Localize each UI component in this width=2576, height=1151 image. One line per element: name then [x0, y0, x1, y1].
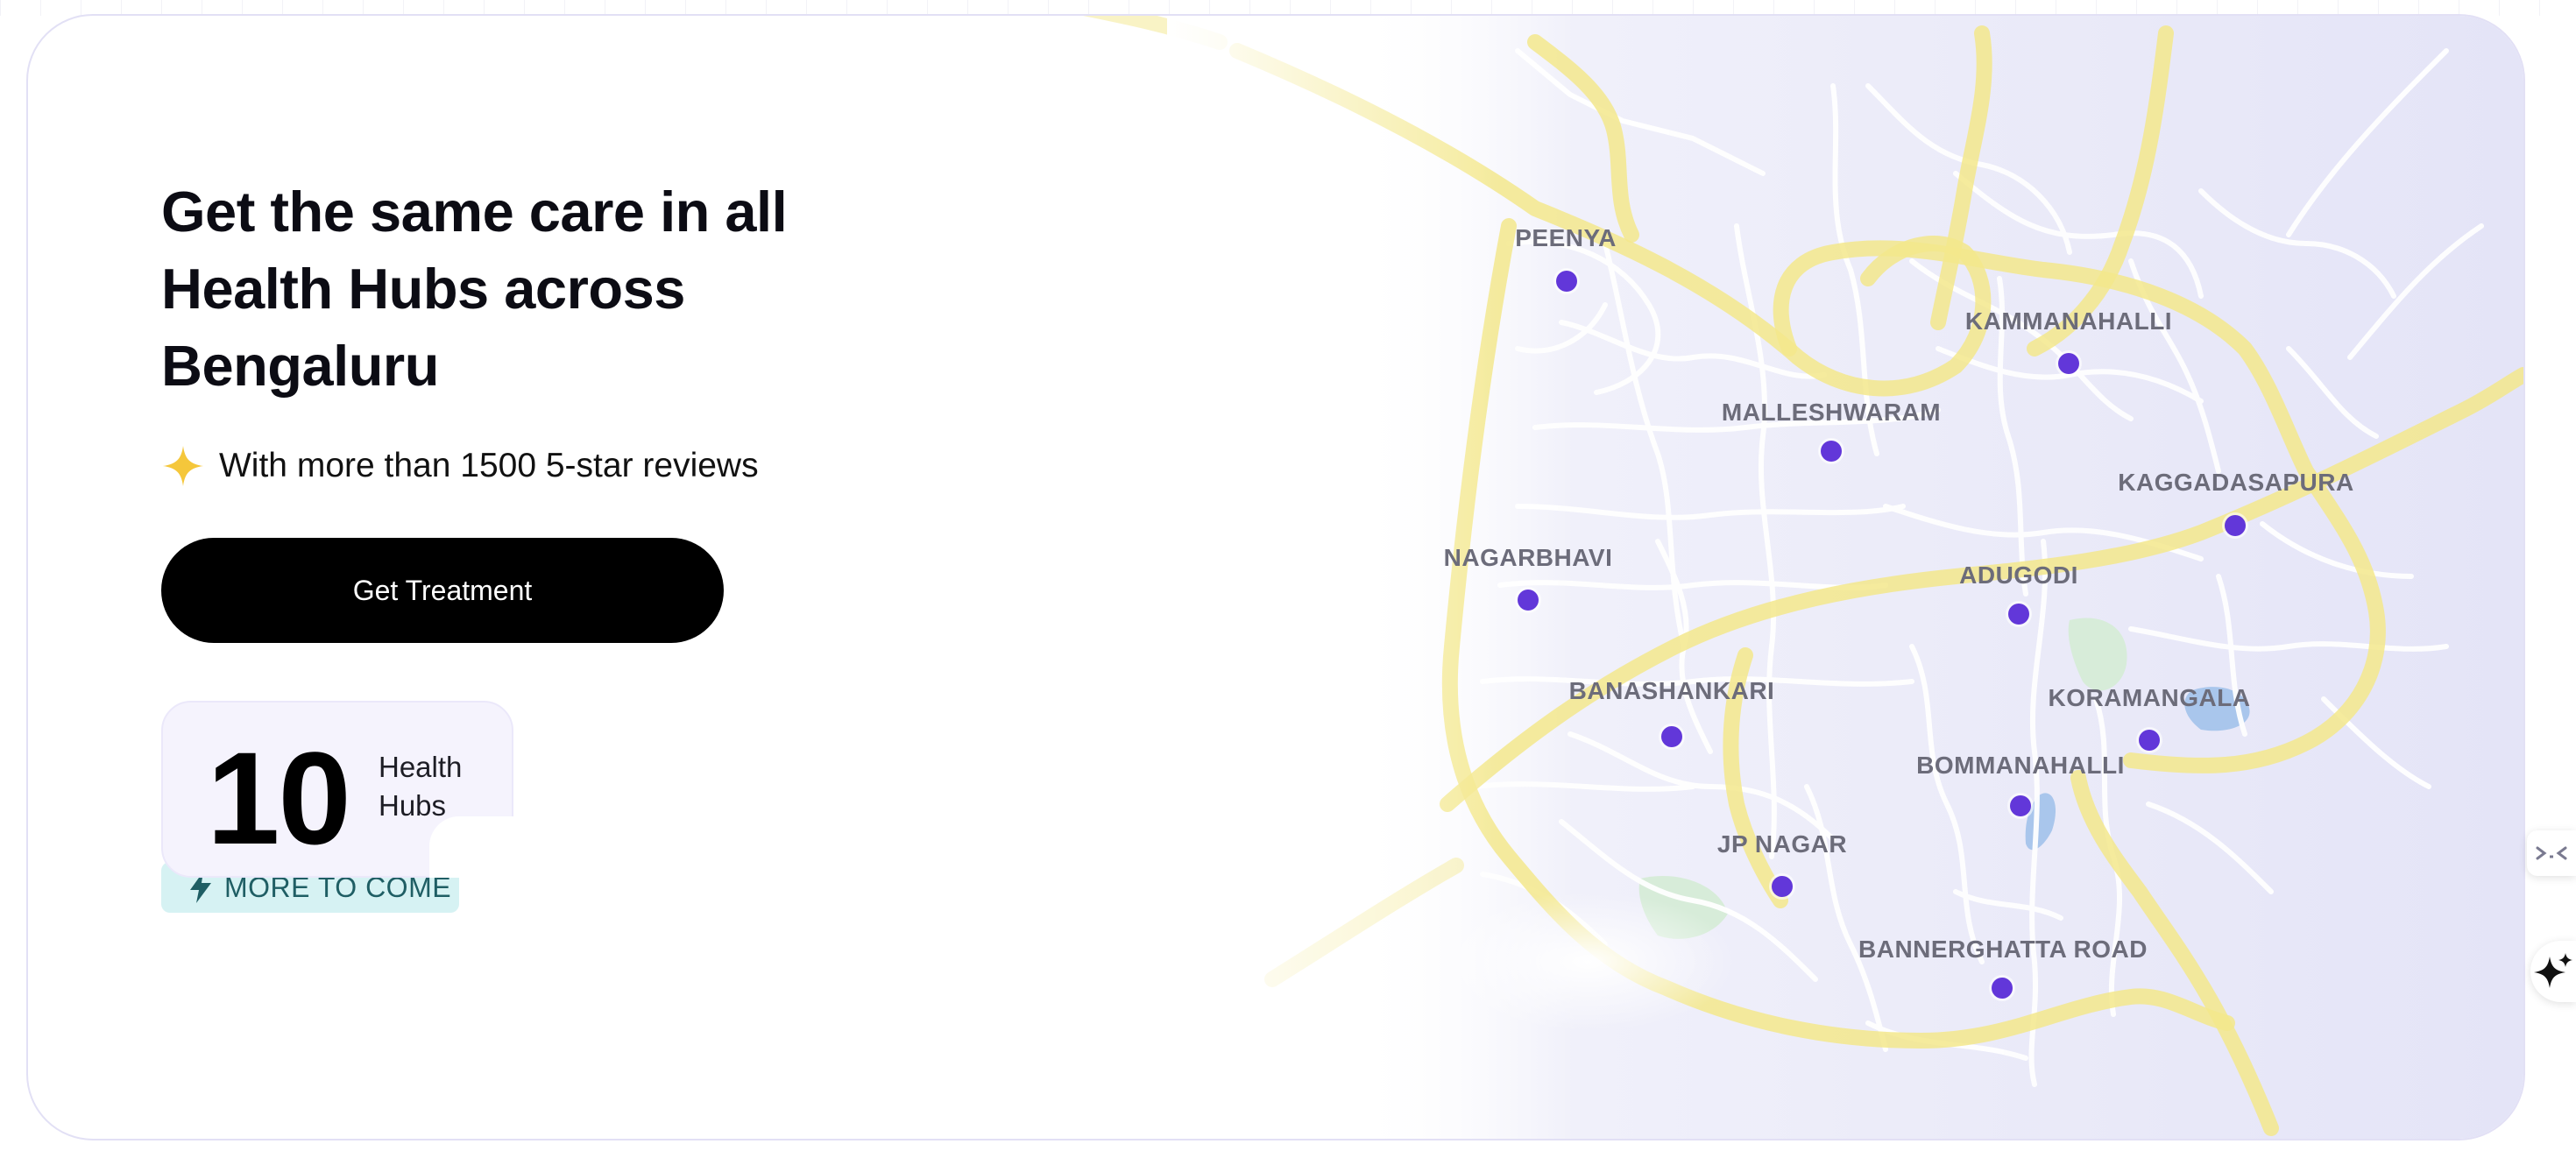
location-dot-koramangala[interactable]: [2139, 730, 2160, 751]
location-label-jp-nagar: JP NAGAR: [1716, 830, 1848, 858]
location-label-kaggadasapura: KAGGADASAPURA: [2118, 469, 2354, 496]
stat-card-notch: [429, 816, 513, 878]
health-hubs-card: PEENYA KAMMANAHALLI MALLESHWARAM KAGGADA…: [26, 14, 2525, 1140]
location-dot-malleshwaram[interactable]: [1821, 441, 1842, 462]
location-label-malleshwaram: MALLESHWARAM: [1721, 399, 1942, 426]
location-label-peenya: PEENYA: [1515, 224, 1617, 251]
hubs-count: 10: [207, 724, 351, 872]
location-dot-bommanahalli[interactable]: [2010, 795, 2031, 816]
location-dot-nagarbhavi[interactable]: [1518, 590, 1539, 611]
location-label-kammanahalli: KAMMANAHALLI: [1964, 307, 2173, 335]
location-dot-bannerghatta-road[interactable]: [1992, 978, 2013, 999]
location-label-koramangala: KORAMANGALA: [2048, 684, 2251, 711]
location-dot-banashankari[interactable]: [1661, 726, 1682, 747]
headline-line-3: Bengaluru: [161, 334, 439, 398]
hero-headline: Get the same care in all Health Hubs acr…: [161, 173, 950, 405]
location-dot-peenya[interactable]: [1556, 271, 1577, 292]
hubs-label: Health Hubs: [379, 748, 462, 825]
location-dot-kaggadasapura[interactable]: [2225, 515, 2246, 536]
reviews-text: With more than 1500 5-star reviews: [219, 447, 759, 484]
location-label-nagarbhavi: NAGARBHAVI: [1443, 544, 1613, 571]
location-dot-adugodi[interactable]: [2008, 604, 2029, 625]
ai-sparkle-icon: [2534, 953, 2572, 988]
hero-content: Get the same care in all Health Hubs acr…: [161, 173, 950, 913]
reviews-line: With more than 1500 5-star reviews: [161, 440, 950, 492]
ai-assistant-button[interactable]: [2530, 941, 2576, 1002]
collapse-widget-button[interactable]: [2527, 830, 2576, 876]
get-treatment-button[interactable]: Get Treatment: [161, 538, 724, 643]
location-label-bommanahalli: BOMMANAHALLI: [1916, 752, 2125, 779]
sparkle-star-icon: [163, 446, 203, 486]
location-dot-jp-nagar[interactable]: [1772, 876, 1793, 897]
location-label-bannerghatta-road: BANNERGHATTA ROAD: [1858, 936, 2148, 963]
headline-line-2: Health Hubs across: [161, 257, 685, 321]
hubs-label-line-1: Health: [379, 751, 463, 783]
headline-line-1: Get the same care in all: [161, 180, 788, 244]
location-label-adugodi: ADUGODI: [1959, 561, 2078, 589]
collapse-icon: [2536, 846, 2567, 860]
location-label-banashankari: BANASHANKARI: [1568, 677, 1775, 704]
location-dot-kammanahalli[interactable]: [2058, 353, 2079, 374]
health-hubs-stat: 10 Health Hubs: [161, 701, 513, 878]
